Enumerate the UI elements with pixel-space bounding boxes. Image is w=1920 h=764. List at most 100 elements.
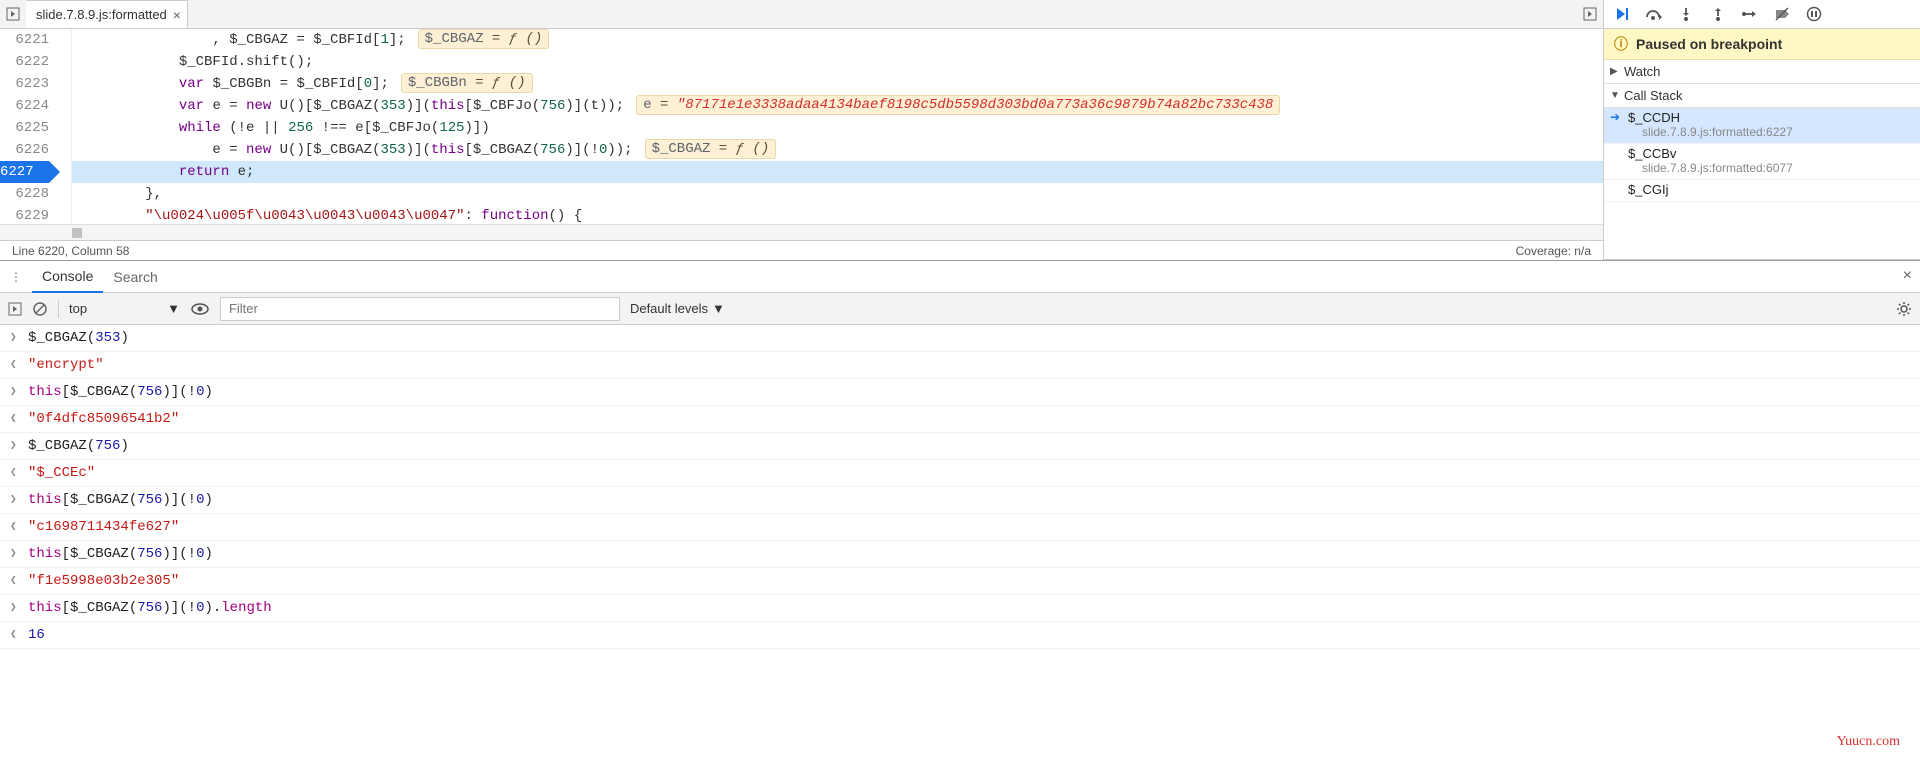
code-line[interactable]: var e = new U()[$_CBGAZ(353)](this[$_CBF… [72,95,1603,117]
row-content: this[$_CBGAZ(756)](!0) [28,380,213,404]
frame-name: $_CGIj [1628,182,1920,197]
code-editor[interactable]: 6221622262236224622562266227622862296230… [0,29,1603,224]
code-panel: slide.7.8.9.js:formatted × 6221622262236… [0,0,1604,260]
code-line[interactable]: , $_CBGAZ = $_CBFId[1];$_CBGAZ = ƒ () [72,29,1603,51]
code-line[interactable]: "\u0024\u005f\u0043\u0043\u0043\u0047": … [72,205,1603,224]
row-marker-icon: ❮ [10,623,28,647]
console-output-row[interactable]: ❮"c1698711434fe627" [0,514,1920,541]
console-output-row[interactable]: ❮"$_CCEc" [0,460,1920,487]
resume-button[interactable] [1612,4,1632,24]
row-marker-icon: ❮ [10,515,28,539]
row-content: 16 [28,623,45,647]
console-tab[interactable]: Console [32,261,103,293]
callstack-section-header[interactable]: ▼ Call Stack [1604,84,1920,108]
console-output-row[interactable]: ❮"f1e5998e03b2e305" [0,568,1920,595]
row-content: "c1698711434fe627" [28,515,179,539]
filter-input[interactable] [220,297,620,321]
source-tab[interactable]: slide.7.8.9.js:formatted × [26,0,188,28]
watch-label: Watch [1624,64,1660,79]
code-line[interactable]: var $_CBGBn = $_CBFId[0];$_CBGBn = ƒ () [72,73,1603,95]
row-marker-icon: ❯ [10,380,28,404]
console-output-row[interactable]: ❮"0f4dfc85096541b2" [0,406,1920,433]
row-content: "f1e5998e03b2e305" [28,569,179,593]
log-level-value: Default levels [630,301,708,316]
console-input-row[interactable]: ❯this[$_CBGAZ(756)](!0) [0,541,1920,568]
clear-console-button[interactable] [32,301,48,317]
row-marker-icon: ❮ [10,569,28,593]
row-marker-icon: ❯ [10,488,28,512]
close-drawer-button[interactable]: × [1903,267,1912,285]
code-line[interactable]: e = new U()[$_CBGAZ(353)](this[$_CBGAZ(7… [72,139,1603,161]
line-number[interactable]: 6221 [0,29,49,51]
row-marker-icon: ❮ [10,461,28,485]
line-number[interactable]: 6229 [0,205,49,224]
row-content: "$_CCEc" [28,461,95,485]
callstack-body: $_CCDHslide.7.8.9.js:formatted:6227$_CCB… [1604,108,1920,259]
top-section: slide.7.8.9.js:formatted × 6221622262236… [0,0,1920,260]
code-line[interactable]: }, [72,183,1603,205]
drawer-tabs: ⋮ Console Search × [0,261,1920,293]
step-out-button[interactable] [1708,4,1728,24]
row-marker-icon: ❯ [10,326,28,350]
row-content: $_CBGAZ(353) [28,326,129,350]
search-tab[interactable]: Search [103,262,167,292]
row-content: this[$_CBGAZ(756)](!0).length [28,596,272,620]
code-line[interactable]: $_CBFId.shift(); [72,51,1603,73]
watch-section-header[interactable]: ▶ Watch [1604,60,1920,84]
step-into-button[interactable] [1676,4,1696,24]
toggle-sidebar-button[interactable] [8,302,22,316]
step-over-button[interactable] [1644,4,1664,24]
console-output-row[interactable]: ❮16 [0,622,1920,649]
console-settings-button[interactable] [1896,301,1912,317]
code-line[interactable]: while (!e || 256 !== e[$_CBFJo(125)]) [72,117,1603,139]
inline-value: $_CBGAZ = ƒ () [418,29,550,49]
stack-frame[interactable]: $_CCDHslide.7.8.9.js:formatted:6227 [1604,108,1920,144]
row-marker-icon: ❯ [10,542,28,566]
console-output-row[interactable]: ❮"encrypt" [0,352,1920,379]
bottom-drawer: ⋮ Console Search × top ▼ Default levels … [0,260,1920,764]
console-input-row[interactable]: ❯this[$_CBGAZ(756)](!0) [0,487,1920,514]
row-content: $_CBGAZ(756) [28,434,129,458]
row-marker-icon: ❮ [10,353,28,377]
console-body[interactable]: ❯$_CBGAZ(353)❮"encrypt"❯this[$_CBGAZ(756… [0,325,1920,764]
console-input-row[interactable]: ❯$_CBGAZ(353) [0,325,1920,352]
horizontal-scrollbar[interactable] [0,224,1603,240]
stack-frame[interactable]: $_CCBvslide.7.8.9.js:formatted:6077 [1604,144,1920,180]
source-tab-title: slide.7.8.9.js:formatted [36,7,167,22]
code-line[interactable]: return e; [72,161,1603,183]
more-tabs-button[interactable] [1577,7,1603,21]
frame-name: $_CCDH [1628,110,1920,125]
line-number[interactable]: 6222 [0,51,49,73]
frame-name: $_CCBv [1628,146,1920,161]
close-tab-icon[interactable]: × [173,7,181,23]
code-lines[interactable]: , $_CBGAZ = $_CBFId[1];$_CBGAZ = ƒ () $_… [72,29,1603,224]
console-input-row[interactable]: ❯$_CBGAZ(756) [0,433,1920,460]
callstack-label: Call Stack [1624,88,1683,103]
line-number[interactable]: 6227 [0,161,49,183]
status-bar: Line 6220, Column 58 Coverage: n/a [0,240,1603,260]
show-navigator-button[interactable] [0,0,26,29]
row-marker-icon: ❯ [10,596,28,620]
line-number[interactable]: 6224 [0,95,49,117]
line-number[interactable]: 6228 [0,183,49,205]
inline-value: $_CBGBn = ƒ () [401,73,533,93]
drawer-menu-button[interactable]: ⋮ [0,270,32,284]
frame-location: slide.7.8.9.js:formatted:6077 [1628,161,1920,175]
line-number[interactable]: 6225 [0,117,49,139]
line-number[interactable]: 6226 [0,139,49,161]
log-level-selector[interactable]: Default levels ▼ [630,301,725,316]
live-expression-button[interactable] [190,302,210,316]
row-content: "encrypt" [28,353,104,377]
pause-on-exceptions-button[interactable] [1804,4,1824,24]
context-value: top [69,301,87,316]
console-input-row[interactable]: ❯this[$_CBGAZ(756)](!0) [0,379,1920,406]
step-button[interactable] [1740,4,1760,24]
stack-frame[interactable]: $_CGIj [1604,180,1920,202]
line-gutter[interactable]: 6221622262236224622562266227622862296230 [0,29,72,224]
console-input-row[interactable]: ❯this[$_CBGAZ(756)](!0).length [0,595,1920,622]
deactivate-breakpoints-button[interactable] [1772,4,1792,24]
line-number[interactable]: 6223 [0,73,49,95]
paused-banner: ⓘ Paused on breakpoint [1604,29,1920,60]
row-content: this[$_CBGAZ(756)](!0) [28,488,213,512]
context-selector[interactable]: top ▼ [69,301,180,316]
